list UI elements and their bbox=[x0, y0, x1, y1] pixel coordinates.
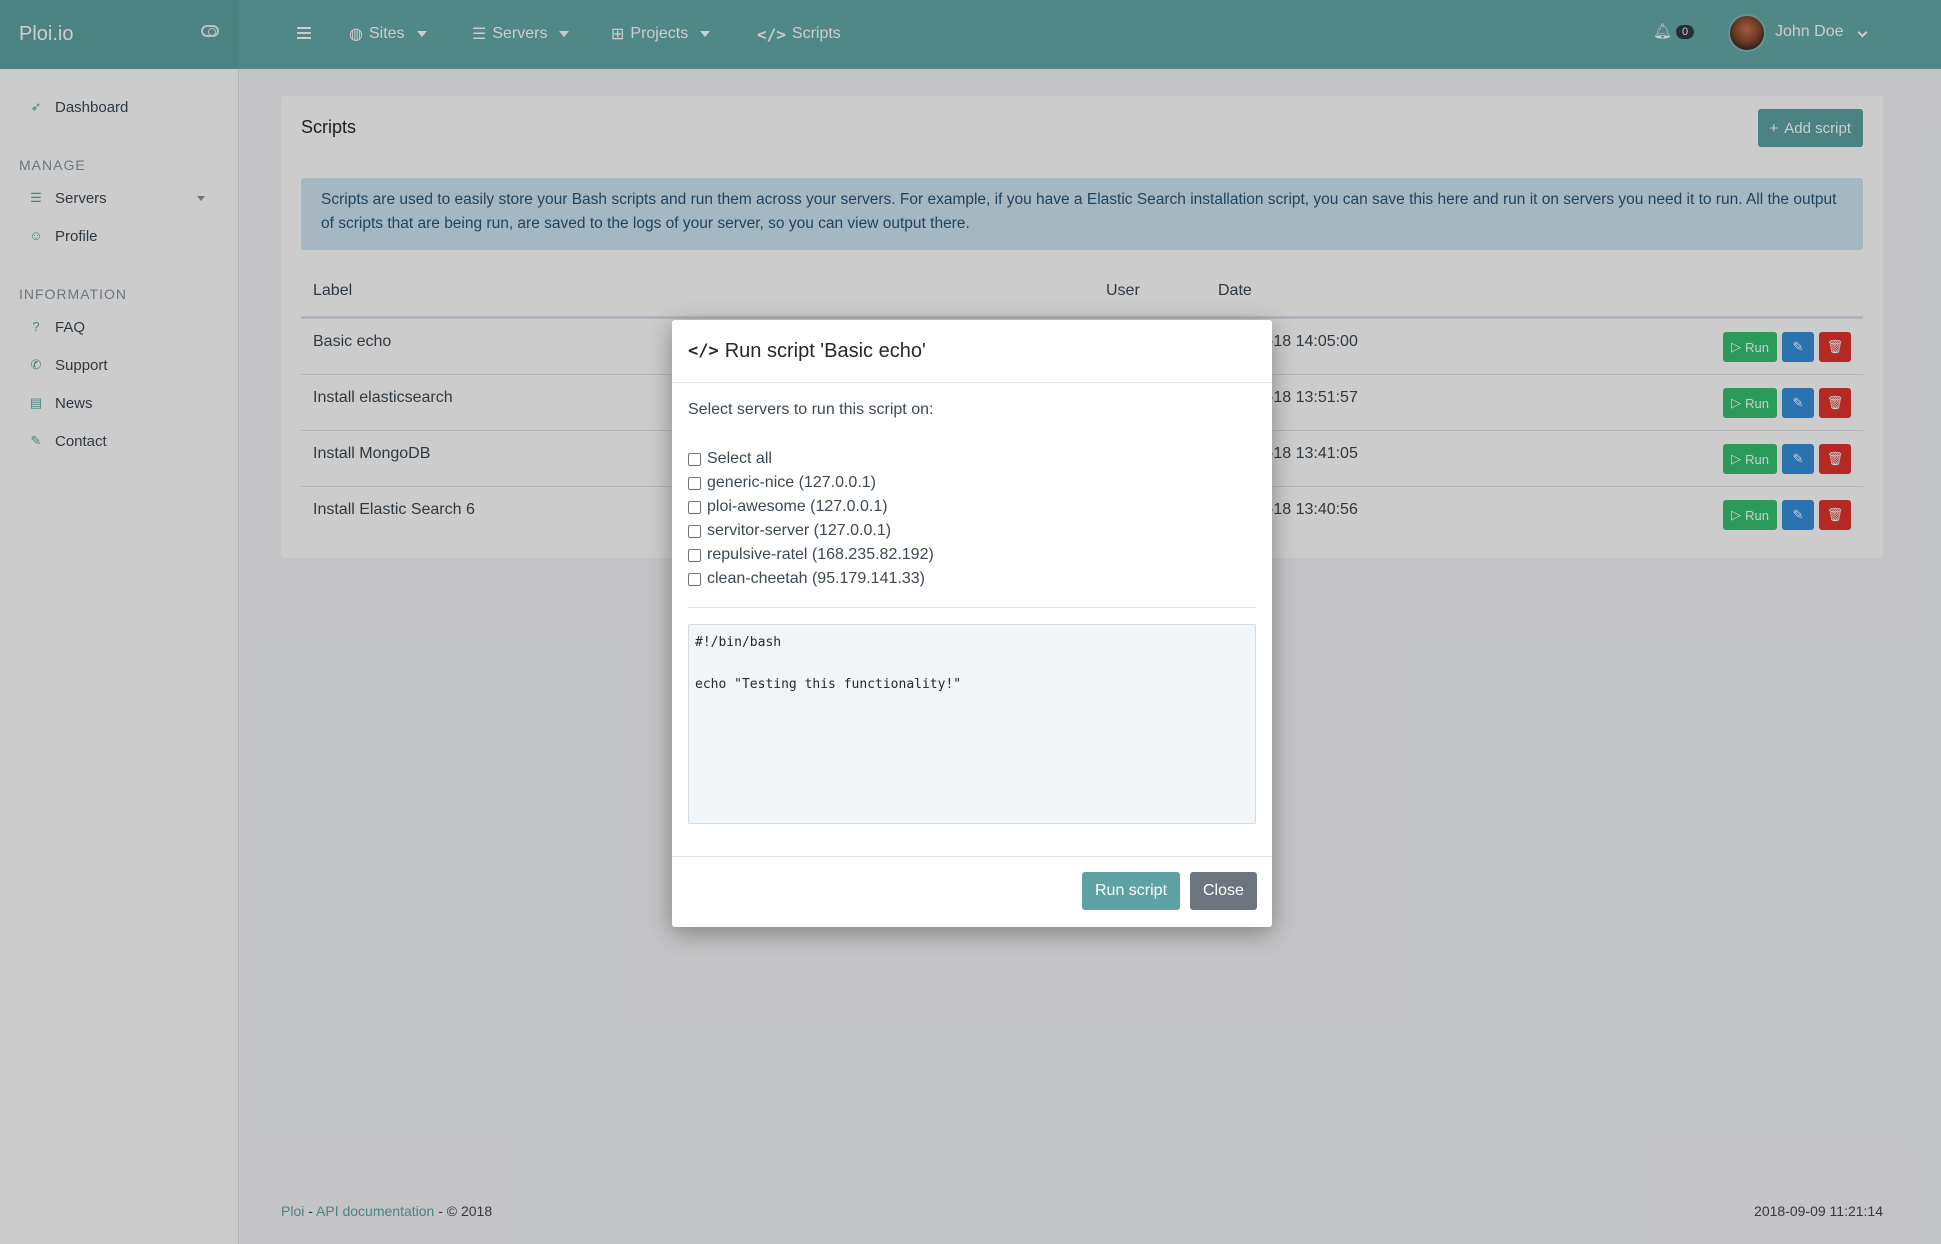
checkbox[interactable] bbox=[688, 500, 701, 514]
modal-title: Run script 'Basic echo' bbox=[724, 339, 926, 362]
modal-subtitle: Select servers to run this script on: bbox=[688, 401, 934, 418]
checkbox-label: generic-nice (127.0.0.1) bbox=[707, 474, 876, 491]
server-checkbox[interactable]: repulsive-ratel (168.235.82.192) bbox=[688, 543, 934, 567]
server-checkbox[interactable]: servitor-server (127.0.0.1) bbox=[688, 519, 934, 543]
checkbox-label: repulsive-ratel (168.235.82.192) bbox=[707, 546, 934, 563]
close-button[interactable]: Close bbox=[1190, 872, 1257, 910]
checkbox-label: Select all bbox=[707, 450, 772, 467]
modal-header: </> Run script 'Basic echo' bbox=[672, 320, 1272, 383]
checkbox-label: ploi-awesome (127.0.0.1) bbox=[707, 498, 888, 515]
script-content-textarea[interactable]: #!/bin/bash echo "Testing this functiona… bbox=[688, 624, 1256, 824]
server-checkbox[interactable]: ploi-awesome (127.0.0.1) bbox=[688, 495, 934, 519]
select-all-checkbox[interactable]: Select all bbox=[688, 447, 934, 471]
server-checkbox-list: Select all generic-nice (127.0.0.1) ploi… bbox=[688, 447, 934, 591]
modal-footer: Run script Close bbox=[672, 856, 1272, 927]
checkbox[interactable] bbox=[688, 452, 701, 466]
checkbox-label: clean-cheetah (95.179.141.33) bbox=[707, 570, 925, 587]
checkbox-label: servitor-server (127.0.0.1) bbox=[707, 522, 892, 539]
modal-divider bbox=[688, 607, 1256, 608]
server-checkbox[interactable]: generic-nice (127.0.0.1) bbox=[688, 471, 934, 495]
checkbox[interactable] bbox=[688, 524, 701, 538]
code-icon: </> bbox=[688, 341, 719, 361]
checkbox[interactable] bbox=[688, 572, 701, 586]
run-script-button[interactable]: Run script bbox=[1082, 872, 1181, 910]
checkbox[interactable] bbox=[688, 476, 701, 490]
run-script-modal: </> Run script 'Basic echo' Select serve… bbox=[672, 320, 1272, 927]
server-checkbox[interactable]: clean-cheetah (95.179.141.33) bbox=[688, 567, 934, 591]
checkbox[interactable] bbox=[688, 548, 701, 562]
